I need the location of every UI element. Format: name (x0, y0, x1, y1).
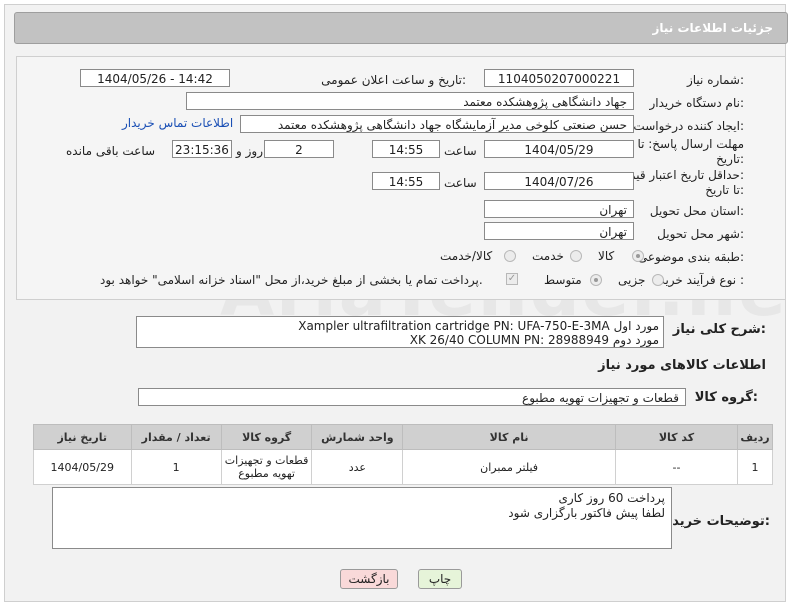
category-radio-goods[interactable] (632, 250, 644, 262)
category-option-service: خدمت (532, 249, 564, 263)
cell-date: 1404/05/29 (33, 449, 132, 485)
category-option-goods: کالا (598, 249, 615, 263)
table-header-row: تاریخ نیاز تعداد / مقدار گروه کالا واحد … (33, 424, 773, 450)
buyer-notes-box[interactable]: پرداخت 60 روز کاری لطفا پیش فاکتور بارگز… (52, 487, 672, 549)
table-row[interactable]: 1404/05/29 1 قطعات و تجهیزات تهویه مطبوع… (33, 449, 773, 485)
goods-table: تاریخ نیاز تعداد / مقدار گروه کالا واحد … (33, 424, 773, 485)
page-title: جزئیات اطلاعات نیاز (652, 21, 773, 35)
validity-label-line2: تا تاریخ: (705, 183, 744, 197)
payment-checkbox[interactable]: ✓ (506, 273, 518, 285)
buyer-notes-line2: لطفا پیش فاکتور بارگزاری شود (508, 506, 665, 520)
validity-date-field[interactable]: 1404/07/26 (484, 172, 634, 190)
col-unit: واحد شمارش (311, 424, 404, 450)
validity-label-line1: حداقل تاریخ اعتبار قیمت: (617, 168, 744, 182)
col-qty: تعداد / مقدار (130, 424, 222, 450)
cell-name: فیلتر ممبران (402, 449, 616, 485)
days-label: روز و (236, 144, 263, 158)
deadline-time-field[interactable]: 14:55 (372, 140, 440, 158)
announce-label: تاریخ و ساعت اعلان عمومی: (321, 73, 466, 87)
buyer-org-label: نام دستگاه خریدار: (649, 96, 745, 110)
print-button[interactable]: چاپ (418, 569, 462, 589)
col-name: نام کالا (402, 424, 616, 450)
province-field[interactable]: تهران (484, 200, 634, 218)
cell-unit: عدد (311, 449, 404, 485)
category-label: طبقه بندی موضوعی: (637, 250, 744, 264)
page-header: جزئیات اطلاعات نیاز (14, 12, 788, 44)
cell-code: -- (614, 449, 739, 485)
process-radio-minor[interactable] (652, 274, 664, 286)
city-field[interactable]: تهران (484, 222, 634, 240)
province-label: استان محل تحویل: (649, 204, 744, 218)
cell-group-line2: تهویه مطبوع (238, 467, 295, 480)
goods-group-label: گروه کالا: (694, 390, 758, 405)
days-field[interactable]: 2 (264, 140, 334, 158)
buyer-notes-line1: پرداخت 60 روز کاری (558, 491, 665, 505)
process-option-medium: متوسط (544, 273, 582, 287)
category-radio-service[interactable] (570, 250, 582, 262)
deadline-date-field[interactable]: 1404/05/29 (484, 140, 634, 158)
validity-time-field[interactable]: 14:55 (372, 172, 440, 190)
need-number-label: شماره نیاز: (686, 73, 744, 87)
description-label: شرح کلی نیاز: (672, 322, 766, 337)
col-row: ردیف (737, 424, 773, 450)
cell-group: قطعات و تجهیزات تهویه مطبوع (220, 449, 313, 485)
cell-group-line1: قطعات و تجهیزات (224, 454, 309, 467)
need-number-field[interactable]: 1104050207000221 (484, 69, 634, 87)
goods-section-title: اطلاعات کالاهای مورد نیاز (598, 358, 766, 373)
process-radio-medium[interactable] (590, 274, 602, 286)
col-code: کد کالا (614, 424, 739, 450)
description-line1: مورد اول Xampler ultrafiltration cartrid… (298, 319, 659, 333)
process-option-minor: جزیی (618, 273, 646, 287)
buyer-org-field[interactable]: جهاد دانشگاهی پژوهشکده معتمد (186, 92, 634, 110)
category-radio-both[interactable] (504, 250, 516, 262)
col-date: تاریخ نیاز (33, 424, 132, 450)
goods-group-field[interactable]: قطعات و تجهیزات تهویه مطبوع (138, 388, 686, 406)
creator-label: ایجاد کننده درخواست: (633, 119, 744, 133)
back-button[interactable]: بازگشت (340, 569, 398, 589)
cell-qty: 1 (130, 449, 222, 485)
city-label: شهر محل تحویل: (657, 227, 744, 241)
remaining-time-field[interactable]: 23:15:36 (172, 140, 232, 158)
description-box[interactable]: مورد اول Xampler ultrafiltration cartrid… (136, 316, 664, 348)
announce-field[interactable]: 1404/05/26 - 14:42 (80, 69, 230, 87)
process-label: نوع فرآیند خرید : (659, 273, 744, 287)
buyer-contact-link[interactable]: اطلاعات تماس خریدار (122, 116, 233, 130)
cell-row: 1 (737, 449, 773, 485)
col-group: گروه کالا (220, 424, 313, 450)
description-line2: مورد دوم XK 26/40 COLUMN PN: 28988949 (409, 333, 659, 347)
category-option-both: کالا/خدمت (440, 249, 493, 263)
buyer-notes-label: توضیحات خریدار: (660, 514, 770, 529)
deadline-label-line1: مهلت ارسال پاسخ: تا (637, 137, 744, 151)
deadline-label-line2: تاریخ: (716, 152, 744, 166)
validity-time-label: ساعت (444, 176, 477, 190)
deadline-time-label: ساعت (444, 144, 477, 158)
remaining-label: ساعت باقی مانده (66, 144, 156, 158)
creator-field[interactable]: حسن صنعتی کلوخی مدیر آزمایشگاه جهاد دانش… (240, 115, 634, 133)
payment-note: پرداخت تمام یا بخشی از مبلغ خرید،از محل … (100, 273, 483, 287)
